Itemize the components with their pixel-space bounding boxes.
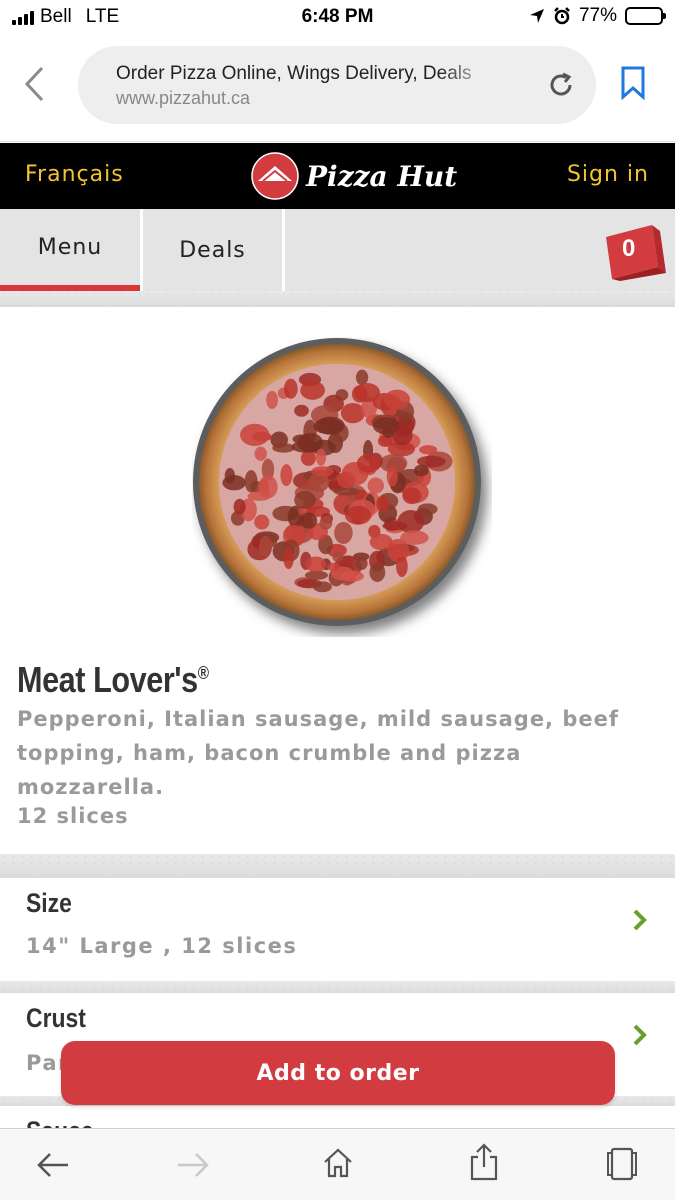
topping-piece <box>294 404 309 417</box>
topping-piece <box>400 530 429 545</box>
topping-piece <box>383 389 411 410</box>
option-sauce[interactable]: Sauce <box>0 1106 675 1128</box>
language-link[interactable]: Français <box>25 162 124 187</box>
forward-arrow-icon[interactable] <box>176 1151 210 1179</box>
tab-deals[interactable]: Deals <box>143 209 282 291</box>
topping-piece <box>254 514 270 530</box>
topping-piece <box>367 477 385 494</box>
topping-piece <box>334 521 353 544</box>
topping-piece <box>388 549 406 559</box>
chevron-left-icon[interactable] <box>22 64 46 104</box>
logo-wordmark: Pizza Hut <box>306 159 458 193</box>
topping-piece <box>313 581 332 593</box>
site-header: Français Pizza Hut Sign in <box>0 143 675 209</box>
topping-piece <box>402 487 422 505</box>
cart-button[interactable]: 0 <box>600 223 668 285</box>
topping-piece <box>372 417 400 435</box>
url-field[interactable]: Order Pizza Online, Wings Delivery, Deal… <box>78 46 596 124</box>
topping-piece <box>369 562 386 583</box>
page-title: Order Pizza Online, Wings Delivery, Deal… <box>116 63 472 84</box>
topping-piece <box>258 535 273 557</box>
topping-piece <box>376 495 390 513</box>
option-size-label: Size <box>26 888 72 918</box>
product-card: Meat Lover's® Pepperoni, Italian sausage… <box>0 307 675 854</box>
main-nav: Menu Deals 0 <box>0 209 675 291</box>
topping-piece <box>355 369 369 386</box>
topping-piece <box>396 555 408 578</box>
product-slices: 12 slices <box>17 804 129 828</box>
battery-icon <box>625 7 666 25</box>
cart-count: 0 <box>622 235 636 262</box>
bookmark-icon[interactable] <box>620 66 646 100</box>
topping-piece <box>337 471 356 489</box>
reload-icon[interactable] <box>546 70 576 100</box>
topping-piece <box>294 490 316 509</box>
battery-percent: 77% <box>578 5 617 26</box>
share-icon[interactable] <box>468 1143 500 1181</box>
tabs-icon[interactable] <box>604 1147 640 1181</box>
topping-piece <box>419 445 438 455</box>
topping-piece <box>311 466 334 477</box>
product-name: Meat Lover's® <box>17 659 209 701</box>
topping-piece <box>344 506 372 525</box>
topping-piece <box>266 390 278 409</box>
topping-piece <box>369 533 393 551</box>
topping-piece <box>355 556 368 570</box>
topping-piece <box>356 453 382 473</box>
topping-piece <box>315 448 327 466</box>
home-icon[interactable] <box>322 1147 354 1179</box>
topping-piece <box>244 470 258 493</box>
texture-divider <box>0 291 675 307</box>
topping-piece <box>354 383 381 403</box>
registered-mark: ® <box>197 663 209 683</box>
page-url: www.pizzahut.ca <box>116 88 251 108</box>
product-description: Pepperoni, Italian sausage, mild sausage… <box>17 707 619 799</box>
option-sauce-label: Sauce <box>26 1116 94 1128</box>
status-bar: Bell LTE 6:48 PM 77% <box>0 0 675 34</box>
pizza-hut-roof-icon <box>251 152 299 200</box>
topping-piece <box>305 556 327 573</box>
texture-divider <box>0 854 675 878</box>
topping-piece <box>417 503 438 516</box>
topping-piece <box>386 466 398 487</box>
topping-piece <box>313 418 344 435</box>
topping-piece <box>254 446 267 461</box>
alarm-clock-icon <box>554 7 570 25</box>
topping-piece <box>333 487 360 496</box>
tab-divider <box>282 209 285 291</box>
topping-piece <box>272 443 295 453</box>
back-arrow-icon[interactable] <box>36 1151 70 1179</box>
topping-piece <box>413 464 429 477</box>
texture-divider <box>0 981 675 993</box>
option-crust-label: Crust <box>26 1003 86 1033</box>
topping-piece <box>240 423 270 447</box>
topping-piece <box>300 512 318 529</box>
topping-piece <box>319 516 333 530</box>
chevron-right-icon <box>633 1024 647 1046</box>
topping-piece <box>258 475 278 499</box>
topping-piece <box>224 467 235 484</box>
option-size[interactable]: Size 14" Large , 12 slices <box>0 878 675 981</box>
topping-piece <box>291 440 321 453</box>
topping-piece <box>300 380 325 400</box>
topping-piece <box>283 378 298 399</box>
sign-in-link[interactable]: Sign in <box>567 162 649 187</box>
topping-piece <box>233 498 246 515</box>
topping-piece <box>280 464 293 487</box>
pizza-image <box>193 338 481 626</box>
browser-toolbar <box>0 1128 675 1200</box>
pizza-hut-logo[interactable]: Pizza Hut <box>250 151 457 201</box>
add-to-order-button[interactable]: Add to order <box>61 1041 615 1105</box>
topping-piece <box>397 510 425 534</box>
tab-menu[interactable]: Menu <box>0 209 140 291</box>
chevron-right-icon <box>633 909 647 931</box>
location-arrow-icon <box>529 9 544 23</box>
product-name-text: Meat Lover's <box>17 659 198 700</box>
option-size-value: 14" Large , 12 slices <box>26 934 298 958</box>
topping-piece <box>332 552 344 563</box>
browser-address-bar: Order Pizza Online, Wings Delivery, Deal… <box>0 34 675 142</box>
topping-piece <box>283 546 294 570</box>
topping-piece <box>327 562 340 572</box>
